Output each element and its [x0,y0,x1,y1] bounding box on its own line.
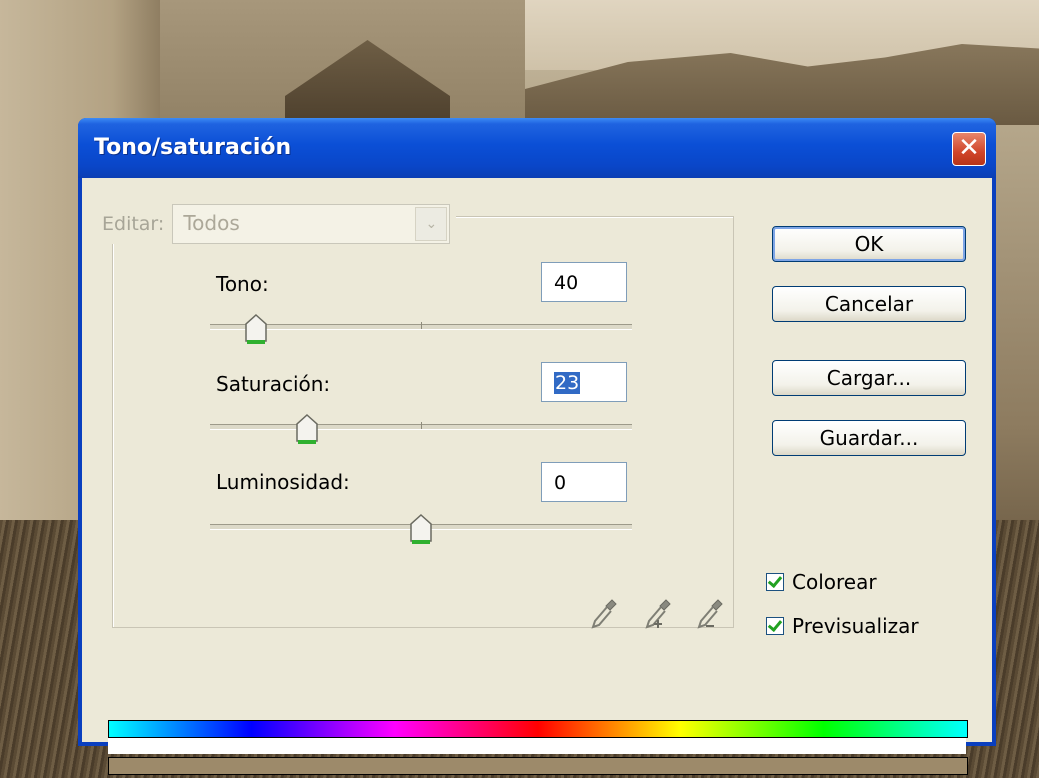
eyedropper-icon[interactable] [586,596,620,632]
close-button[interactable]: ✕ [952,132,986,166]
saturation-slider-center-tick [421,422,422,429]
preview-label: Previsualizar [792,614,919,638]
lightness-label: Luminosidad: [216,470,350,494]
title-bar[interactable]: Tono/saturación ✕ [78,118,996,178]
saturation-slider-thumb[interactable] [296,414,318,446]
result-color-bar [108,757,968,775]
colorize-label: Colorear [792,570,877,594]
ok-button[interactable]: OK [772,226,966,262]
colorize-checkbox[interactable] [766,573,784,591]
preview-checkbox-row[interactable]: Previsualizar [766,614,919,638]
hue-saturation-dialog: Tono/saturación ✕ Editar: Todos ⌄ Tono: … [78,118,996,775]
hue-slider-center-tick [421,322,422,329]
colorize-checkbox-row[interactable]: Colorear [766,570,877,594]
eyedropper-plus-icon[interactable] [640,596,674,632]
saturation-input-selected-text: 23 [554,372,581,394]
load-button[interactable]: Cargar... [772,360,966,396]
chevron-down-icon: ⌄ [415,207,448,241]
hue-slider-thumb[interactable] [245,314,268,346]
dialog-client-area: Editar: Todos ⌄ Tono: 40 Saturación: 23 … [82,178,992,775]
cancel-button[interactable]: Cancelar [772,286,966,322]
save-button[interactable]: Guardar... [772,420,966,456]
saturation-input[interactable]: 23 [541,362,627,402]
close-icon: ✕ [958,133,980,163]
eyedropper-minus-icon[interactable] [692,596,726,632]
input-color-spectrum-bar [108,720,968,738]
lightness-slider-thumb[interactable] [410,514,432,546]
spectrum-separator [108,738,966,754]
preview-checkbox[interactable] [766,617,784,635]
hue-label: Tono: [216,272,269,296]
edit-label: Editar: [102,213,165,235]
saturation-label: Saturación: [216,372,331,396]
adjustments-group [112,216,734,628]
dialog-title: Tono/saturación [94,135,292,160]
edit-select: Todos ⌄ [172,204,451,244]
edit-row: Editar: Todos ⌄ [96,204,457,244]
edit-select-value: Todos [183,211,240,235]
lightness-input[interactable]: 0 [541,462,627,502]
hue-input[interactable]: 40 [541,262,627,302]
